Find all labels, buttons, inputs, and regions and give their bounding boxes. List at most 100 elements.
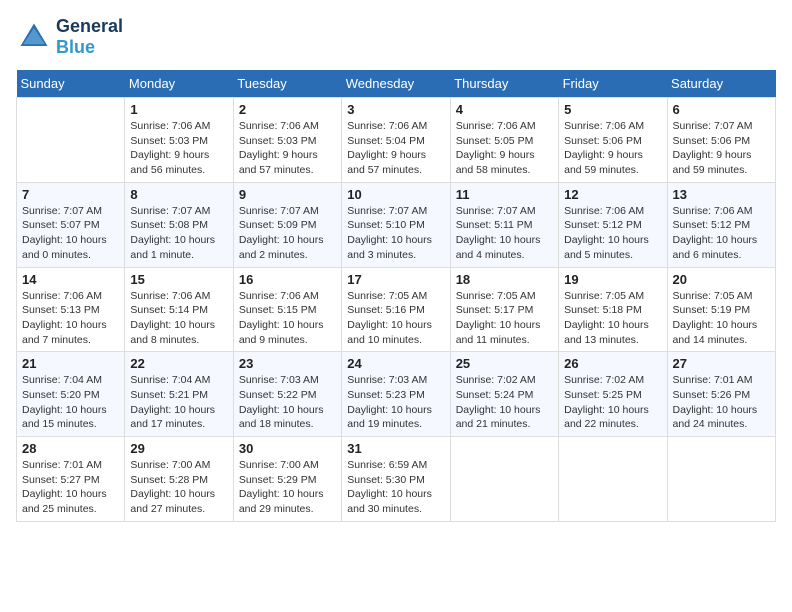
day-number: 14 bbox=[22, 272, 119, 287]
day-info: Sunrise: 7:06 AMSunset: 5:03 PMDaylight:… bbox=[239, 119, 336, 178]
day-info: Sunrise: 7:06 AMSunset: 5:04 PMDaylight:… bbox=[347, 119, 444, 178]
day-number: 7 bbox=[22, 187, 119, 202]
day-cell: 9 Sunrise: 7:07 AMSunset: 5:09 PMDaylight… bbox=[233, 182, 341, 267]
logo-text: General Blue bbox=[56, 16, 123, 58]
day-info: Sunrise: 7:06 AMSunset: 5:15 PMDaylight:… bbox=[239, 289, 336, 348]
day-cell: 10Sunrise: 7:07 AMSunset: 5:10 PMDayligh… bbox=[342, 182, 450, 267]
day-cell: 23Sunrise: 7:03 AMSunset: 5:22 PMDayligh… bbox=[233, 352, 341, 437]
day-number: 13 bbox=[673, 187, 770, 202]
header-tuesday: Tuesday bbox=[233, 70, 341, 98]
logo-icon bbox=[16, 19, 52, 55]
day-cell bbox=[559, 437, 667, 522]
day-info: Sunrise: 7:02 AMSunset: 5:24 PMDaylight:… bbox=[456, 373, 553, 432]
day-number: 12 bbox=[564, 187, 661, 202]
day-info: Sunrise: 7:03 AMSunset: 5:23 PMDaylight:… bbox=[347, 373, 444, 432]
day-number: 21 bbox=[22, 356, 119, 371]
day-cell: 11Sunrise: 7:07 AMSunset: 5:11 PMDayligh… bbox=[450, 182, 558, 267]
day-cell: 20Sunrise: 7:05 AMSunset: 5:19 PMDayligh… bbox=[667, 267, 775, 352]
day-cell: 21 Sunrise: 7:04 AMSunset: 5:20 PMDayligh… bbox=[17, 352, 125, 437]
day-cell bbox=[667, 437, 775, 522]
day-info: Sunrise: 7:07 AMSunset: 5:10 PMDaylight:… bbox=[347, 204, 444, 263]
week-row-5: 28 Sunrise: 7:01 AMSunset: 5:27 PMDayligh… bbox=[17, 437, 776, 522]
day-info: Sunrise: 7:06 AMSunset: 5:13 PMDaylight:… bbox=[22, 289, 119, 348]
day-cell: 7 Sunrise: 7:07 AMSunset: 5:07 PMDaylight… bbox=[17, 182, 125, 267]
day-cell: 18 Sunrise: 7:05 AMSunset: 5:17 PMDayligh… bbox=[450, 267, 558, 352]
day-info: Sunrise: 7:07 AMSunset: 5:11 PMDaylight:… bbox=[456, 204, 553, 263]
day-cell: 22 Sunrise: 7:04 AMSunset: 5:21 PMDayligh… bbox=[125, 352, 233, 437]
day-cell: 4 Sunrise: 7:06 AMSunset: 5:05 PMDaylight… bbox=[450, 98, 558, 183]
day-info: Sunrise: 7:01 AMSunset: 5:26 PMDaylight:… bbox=[673, 373, 770, 432]
day-info: Sunrise: 7:05 AMSunset: 5:17 PMDaylight:… bbox=[456, 289, 553, 348]
day-number: 29 bbox=[130, 441, 227, 456]
day-info: Sunrise: 7:05 AMSunset: 5:16 PMDaylight:… bbox=[347, 289, 444, 348]
calendar-header-row: SundayMondayTuesdayWednesdayThursdayFrid… bbox=[17, 70, 776, 98]
day-cell: 2 Sunrise: 7:06 AMSunset: 5:03 PMDaylight… bbox=[233, 98, 341, 183]
header-sunday: Sunday bbox=[17, 70, 125, 98]
day-info: Sunrise: 7:06 AMSunset: 5:06 PMDaylight:… bbox=[564, 119, 661, 178]
header-thursday: Thursday bbox=[450, 70, 558, 98]
day-info: Sunrise: 7:01 AMSunset: 5:27 PMDaylight:… bbox=[22, 458, 119, 517]
logo: General Blue bbox=[16, 16, 123, 58]
day-cell: 6 Sunrise: 7:07 AMSunset: 5:06 PMDaylight… bbox=[667, 98, 775, 183]
day-number: 15 bbox=[130, 272, 227, 287]
day-info: Sunrise: 7:00 AMSunset: 5:28 PMDaylight:… bbox=[130, 458, 227, 517]
day-info: Sunrise: 7:06 AMSunset: 5:14 PMDaylight:… bbox=[130, 289, 227, 348]
week-row-3: 14 Sunrise: 7:06 AMSunset: 5:13 PMDayligh… bbox=[17, 267, 776, 352]
day-info: Sunrise: 7:00 AMSunset: 5:29 PMDaylight:… bbox=[239, 458, 336, 517]
day-cell: 5 Sunrise: 7:06 AMSunset: 5:06 PMDaylight… bbox=[559, 98, 667, 183]
week-row-1: 1 Sunrise: 7:06 AMSunset: 5:03 PMDaylight… bbox=[17, 98, 776, 183]
week-row-2: 7 Sunrise: 7:07 AMSunset: 5:07 PMDaylight… bbox=[17, 182, 776, 267]
day-number: 6 bbox=[673, 102, 770, 117]
week-row-4: 21 Sunrise: 7:04 AMSunset: 5:20 PMDayligh… bbox=[17, 352, 776, 437]
header-friday: Friday bbox=[559, 70, 667, 98]
day-info: Sunrise: 7:07 AMSunset: 5:06 PMDaylight:… bbox=[673, 119, 770, 178]
day-info: Sunrise: 6:59 AMSunset: 5:30 PMDaylight:… bbox=[347, 458, 444, 517]
day-cell bbox=[17, 98, 125, 183]
day-info: Sunrise: 7:06 AMSunset: 5:05 PMDaylight:… bbox=[456, 119, 553, 178]
day-cell: 26 Sunrise: 7:02 AMSunset: 5:25 PMDayligh… bbox=[559, 352, 667, 437]
day-info: Sunrise: 7:02 AMSunset: 5:25 PMDaylight:… bbox=[564, 373, 661, 432]
day-number: 23 bbox=[239, 356, 336, 371]
day-number: 24 bbox=[347, 356, 444, 371]
day-cell: 28 Sunrise: 7:01 AMSunset: 5:27 PMDayligh… bbox=[17, 437, 125, 522]
day-info: Sunrise: 7:05 AMSunset: 5:19 PMDaylight:… bbox=[673, 289, 770, 348]
day-number: 8 bbox=[130, 187, 227, 202]
day-number: 1 bbox=[130, 102, 227, 117]
day-info: Sunrise: 7:05 AMSunset: 5:18 PMDaylight:… bbox=[564, 289, 661, 348]
day-cell: 15 Sunrise: 7:06 AMSunset: 5:14 PMDayligh… bbox=[125, 267, 233, 352]
header-saturday: Saturday bbox=[667, 70, 775, 98]
day-number: 18 bbox=[456, 272, 553, 287]
day-number: 2 bbox=[239, 102, 336, 117]
day-number: 4 bbox=[456, 102, 553, 117]
day-number: 16 bbox=[239, 272, 336, 287]
day-number: 9 bbox=[239, 187, 336, 202]
day-info: Sunrise: 7:04 AMSunset: 5:21 PMDaylight:… bbox=[130, 373, 227, 432]
day-info: Sunrise: 7:06 AMSunset: 5:12 PMDaylight:… bbox=[673, 204, 770, 263]
day-number: 19 bbox=[564, 272, 661, 287]
day-number: 22 bbox=[130, 356, 227, 371]
day-cell: 31Sunrise: 6:59 AMSunset: 5:30 PMDayligh… bbox=[342, 437, 450, 522]
calendar-table: SundayMondayTuesdayWednesdayThursdayFrid… bbox=[16, 70, 776, 522]
day-info: Sunrise: 7:07 AMSunset: 5:09 PMDaylight:… bbox=[239, 204, 336, 263]
day-cell: 3Sunrise: 7:06 AMSunset: 5:04 PMDaylight… bbox=[342, 98, 450, 183]
day-cell: 1 Sunrise: 7:06 AMSunset: 5:03 PMDaylight… bbox=[125, 98, 233, 183]
day-info: Sunrise: 7:07 AMSunset: 5:08 PMDaylight:… bbox=[130, 204, 227, 263]
day-info: Sunrise: 7:06 AMSunset: 5:03 PMDaylight:… bbox=[130, 119, 227, 178]
day-cell: 25 Sunrise: 7:02 AMSunset: 5:24 PMDayligh… bbox=[450, 352, 558, 437]
day-info: Sunrise: 7:07 AMSunset: 5:07 PMDaylight:… bbox=[22, 204, 119, 263]
day-cell: 24 Sunrise: 7:03 AMSunset: 5:23 PMDayligh… bbox=[342, 352, 450, 437]
day-cell: 29 Sunrise: 7:00 AMSunset: 5:28 PMDayligh… bbox=[125, 437, 233, 522]
day-number: 26 bbox=[564, 356, 661, 371]
day-info: Sunrise: 7:04 AMSunset: 5:20 PMDaylight:… bbox=[22, 373, 119, 432]
day-info: Sunrise: 7:06 AMSunset: 5:12 PMDaylight:… bbox=[564, 204, 661, 263]
day-cell: 16 Sunrise: 7:06 AMSunset: 5:15 PMDayligh… bbox=[233, 267, 341, 352]
page-header: General Blue bbox=[16, 16, 776, 58]
day-number: 27 bbox=[673, 356, 770, 371]
day-cell: 19 Sunrise: 7:05 AMSunset: 5:18 PMDayligh… bbox=[559, 267, 667, 352]
day-number: 5 bbox=[564, 102, 661, 117]
header-wednesday: Wednesday bbox=[342, 70, 450, 98]
day-number: 28 bbox=[22, 441, 119, 456]
header-monday: Monday bbox=[125, 70, 233, 98]
day-cell: 17Sunrise: 7:05 AMSunset: 5:16 PMDayligh… bbox=[342, 267, 450, 352]
day-number: 25 bbox=[456, 356, 553, 371]
